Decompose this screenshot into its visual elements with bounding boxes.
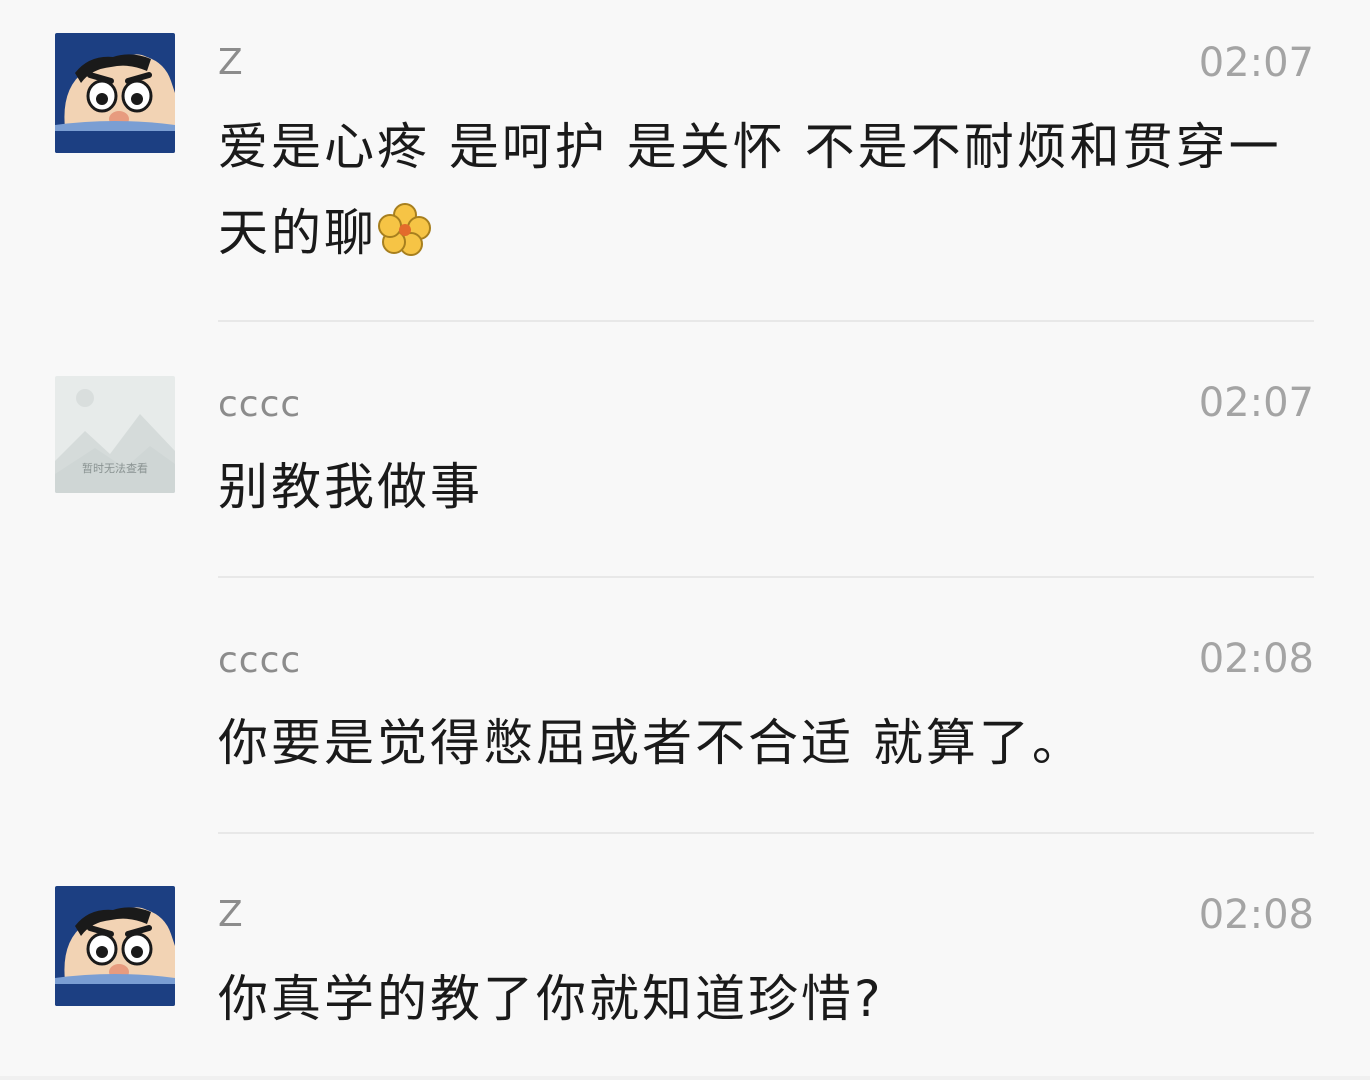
divider xyxy=(218,320,1314,322)
message-time: 02:08 xyxy=(1198,892,1314,938)
message-time: 02:07 xyxy=(1198,380,1314,426)
sender-name: cccc xyxy=(218,384,302,425)
divider xyxy=(218,832,1314,834)
avatar[interactable]: 暂时无法查看 xyxy=(55,376,175,493)
chat-page: Z 02:07 爱是心疼 是呵护 是关怀 不是不耐烦和贯穿一天的聊 暂时无法查看… xyxy=(0,0,1370,1080)
flower-icon xyxy=(378,203,431,256)
sender-name: cccc xyxy=(218,640,302,681)
message-text: 你要是觉得憋屈或者不合适 就算了。 xyxy=(218,714,1085,772)
avatar[interactable] xyxy=(55,33,175,153)
avatar[interactable] xyxy=(55,886,175,1006)
message-text: 别教我做事 xyxy=(218,458,483,516)
message-text: 你真学的教了你就知道珍惜? xyxy=(218,970,884,1028)
avatar-caption: 暂时无法查看 xyxy=(82,462,148,475)
divider xyxy=(218,576,1314,578)
cartoon-boy-avatar-icon xyxy=(55,886,175,1006)
message-text: 爱是心疼 是呵护 是关怀 不是不耐烦和贯穿一天的聊 xyxy=(218,104,1318,276)
message-time: 02:08 xyxy=(1198,636,1314,682)
bottom-divider xyxy=(0,1076,1370,1080)
cartoon-boy-avatar-icon xyxy=(55,33,175,153)
sender-name: Z xyxy=(218,42,244,83)
message-time: 02:07 xyxy=(1198,40,1314,86)
sender-name: Z xyxy=(218,894,244,935)
